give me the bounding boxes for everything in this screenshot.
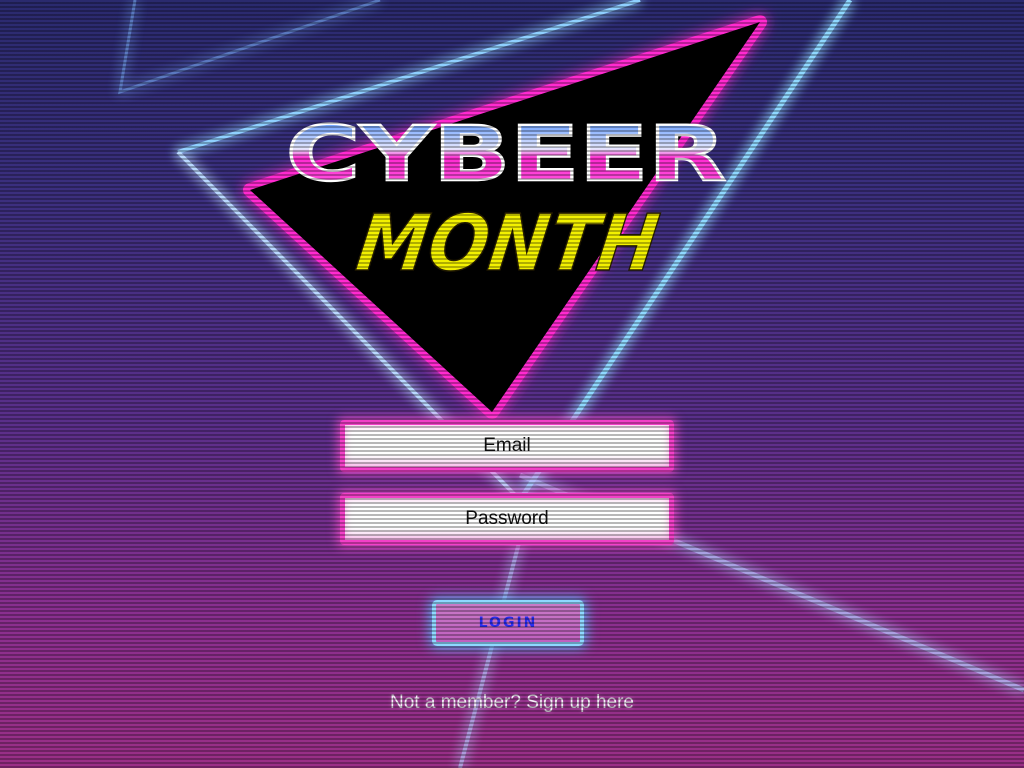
signup-link[interactable]: Not a member? Sign up here [312,692,712,714]
cyber-month-logo: CYBEER MONTH [243,15,767,419]
logo-text-cyber: CYBEER [286,109,726,198]
password-field[interactable] [340,493,674,545]
logo-text-month: MONTH [351,198,664,289]
login-button[interactable]: LOGIN [432,600,584,646]
email-field[interactable] [340,420,674,472]
